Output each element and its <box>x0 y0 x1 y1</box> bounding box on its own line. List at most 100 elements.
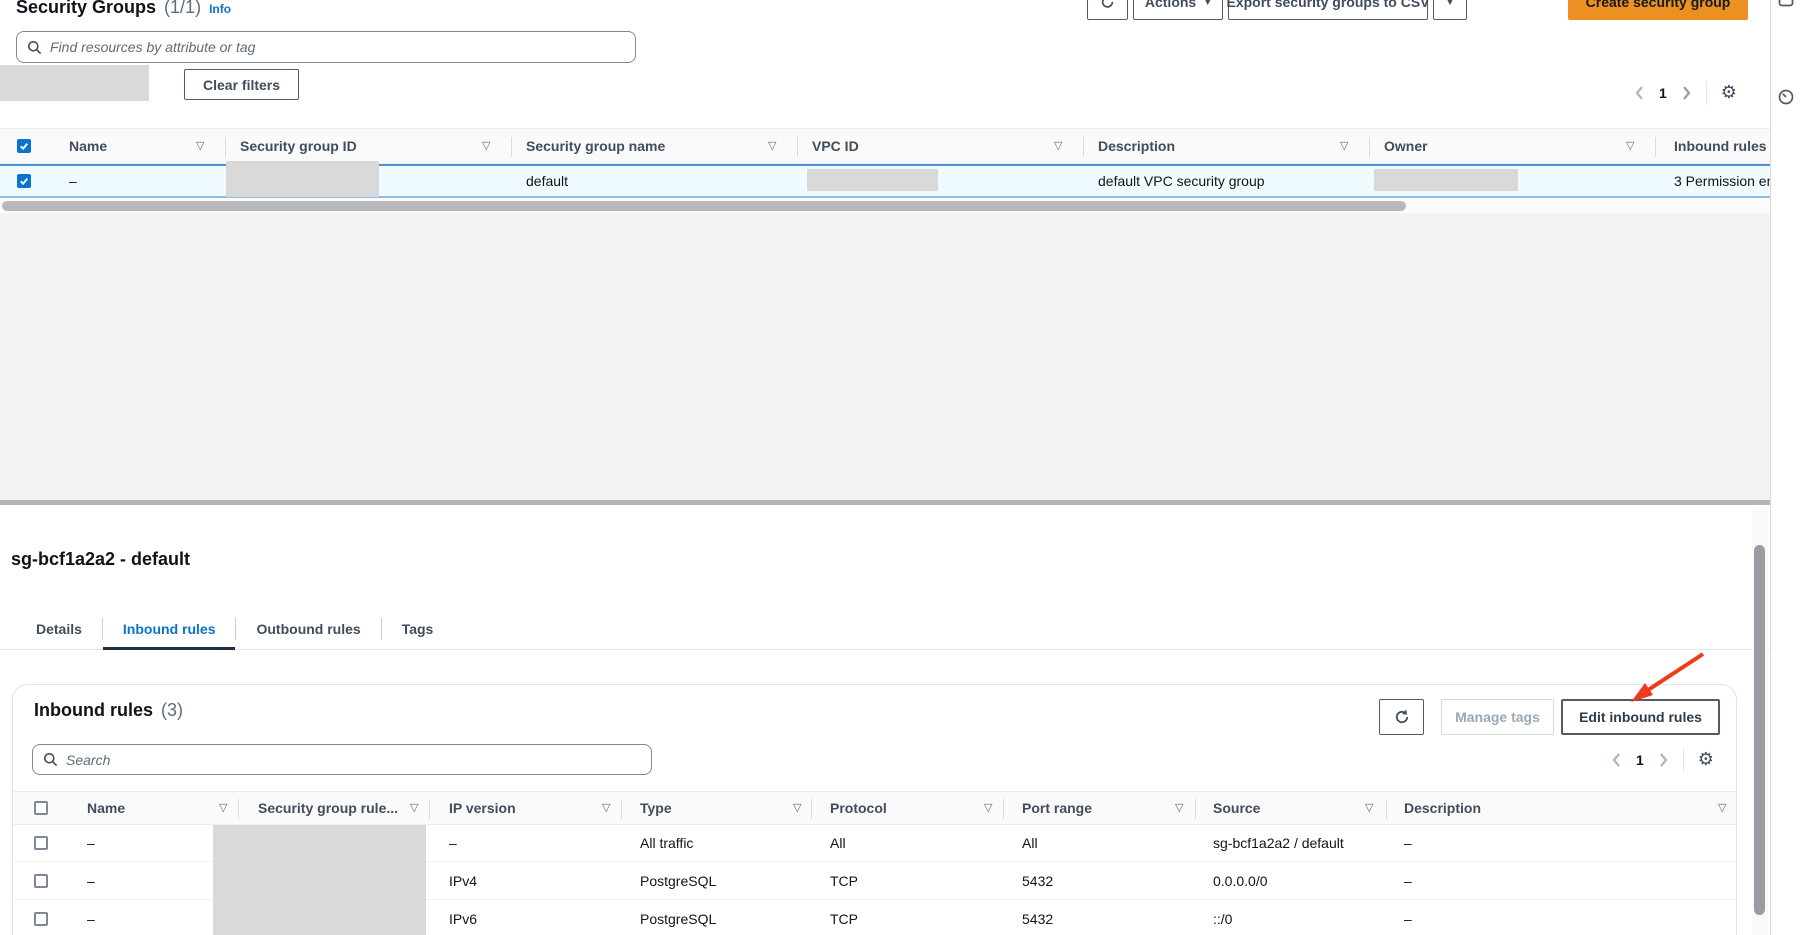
vertical-scrollbar-thumb[interactable] <box>1754 545 1765 915</box>
tab-inbound-rules[interactable]: Inbound rules <box>103 608 236 650</box>
filter-funnel-icon[interactable]: ▽ <box>984 802 992 813</box>
previous-page-icon[interactable] <box>1611 752 1622 768</box>
filter-funnel-icon[interactable]: ▽ <box>1054 140 1062 151</box>
horizontal-scrollbar-track[interactable] <box>0 199 1770 213</box>
col-header-description[interactable]: Description <box>1098 138 1175 154</box>
table-settings-gear-icon[interactable]: ⚙ <box>1721 84 1737 102</box>
col-header-inbound-rules[interactable]: Inbound rules c <box>1674 138 1770 154</box>
tab-details[interactable]: Details <box>16 608 102 650</box>
filter-funnel-icon[interactable]: ▽ <box>1340 140 1348 151</box>
col-header-name[interactable]: Name <box>69 138 107 154</box>
filter-funnel-icon[interactable]: ▽ <box>219 802 227 813</box>
page-number[interactable]: 1 <box>1636 752 1644 768</box>
manage-tags-button[interactable]: Manage tags <box>1441 699 1554 735</box>
cell-name: – <box>87 911 95 927</box>
inbound-search-input[interactable] <box>66 752 641 768</box>
status-clock-icon[interactable] <box>1777 88 1795 106</box>
redacted-filter-chip <box>0 65 149 101</box>
cell-description: default VPC security group <box>1098 173 1265 189</box>
refresh-button[interactable] <box>1087 0 1128 20</box>
page-title: Security Groups <box>16 0 156 18</box>
previous-page-icon[interactable] <box>1634 85 1645 101</box>
pager-divider <box>1683 748 1684 772</box>
sg-table-header: Name ▽ Security group ID ▽ Security grou… <box>0 128 1770 164</box>
actions-button[interactable]: Actions ▼ <box>1133 0 1223 20</box>
export-dropdown-button[interactable]: ▼ <box>1433 0 1467 20</box>
cell-type: PostgreSQL <box>640 873 716 889</box>
filter-funnel-icon[interactable]: ▽ <box>768 140 776 151</box>
cell-port-range: 5432 <box>1022 911 1053 927</box>
filter-funnel-icon[interactable]: ▽ <box>1175 802 1183 813</box>
cell-name: – <box>87 835 95 851</box>
col-header-protocol[interactable]: Protocol <box>830 800 887 816</box>
refresh-icon <box>1100 0 1115 10</box>
pager-divider <box>1706 81 1707 105</box>
cell-type: All traffic <box>640 835 693 851</box>
col-header-description[interactable]: Description <box>1404 800 1481 816</box>
filter-funnel-icon[interactable]: ▽ <box>482 140 490 151</box>
vertical-scrollbar-track[interactable] <box>1752 509 1768 935</box>
col-header-vpc-id[interactable]: VPC ID <box>812 138 859 154</box>
inbound-refresh-button[interactable] <box>1379 699 1424 735</box>
next-page-icon[interactable] <box>1658 752 1669 768</box>
table-settings-gear-icon[interactable]: ⚙ <box>1698 751 1714 769</box>
cell-protocol: All <box>830 835 846 851</box>
next-page-icon[interactable] <box>1681 85 1692 101</box>
search-icon <box>43 752 58 767</box>
refresh-icon <box>1394 709 1410 725</box>
row-checkbox[interactable] <box>17 174 31 188</box>
cell-port-range: 5432 <box>1022 873 1053 889</box>
notifications-icon[interactable] <box>1778 0 1794 7</box>
right-side-rail <box>1770 0 1800 935</box>
select-all-checkbox[interactable] <box>17 139 31 153</box>
detail-panel: sg-bcf1a2a2 - default Details Inbound ru… <box>0 505 1770 935</box>
search-icon <box>27 40 42 55</box>
sg-table-pagination: 1 ⚙ <box>1634 78 1737 108</box>
info-link[interactable]: Info <box>209 2 231 16</box>
tab-outbound-rules[interactable]: Outbound rules <box>236 608 380 650</box>
row-checkbox[interactable] <box>34 912 48 926</box>
resource-search-input[interactable] <box>50 39 625 55</box>
filter-funnel-icon[interactable]: ▽ <box>196 140 204 151</box>
col-header-name[interactable]: Name <box>87 800 125 816</box>
row-checkbox[interactable] <box>34 874 48 888</box>
create-security-group-button[interactable]: Create security group <box>1568 0 1748 20</box>
col-header-sg-rule-id[interactable]: Security group rule... <box>258 800 398 816</box>
export-csv-button[interactable]: Export security groups to CSV <box>1228 0 1428 20</box>
cell-ip-version: IPv6 <box>449 911 477 927</box>
select-all-checkbox[interactable] <box>34 801 48 815</box>
filter-funnel-icon[interactable]: ▽ <box>1718 802 1726 813</box>
cell-port-range: All <box>1022 835 1038 851</box>
cell-protocol: TCP <box>830 911 858 927</box>
filter-funnel-icon[interactable]: ▽ <box>1626 140 1634 151</box>
inbound-rules-count: (3) <box>161 700 183 721</box>
filter-funnel-icon[interactable]: ▽ <box>602 802 610 813</box>
security-groups-pane: Security Groups (1/1) Info Actions ▼ Exp… <box>0 0 1770 500</box>
col-header-sg-name[interactable]: Security group name <box>526 138 665 154</box>
col-header-ip-version[interactable]: IP version <box>449 800 516 816</box>
caret-down-icon: ▼ <box>1447 0 1454 7</box>
tab-tags[interactable]: Tags <box>382 608 454 650</box>
horizontal-scrollbar-thumb[interactable] <box>2 201 1406 211</box>
cell-name: – <box>69 173 77 189</box>
col-header-owner[interactable]: Owner <box>1384 138 1428 154</box>
filter-funnel-icon[interactable]: ▽ <box>1365 802 1373 813</box>
filter-funnel-icon[interactable]: ▽ <box>410 802 418 813</box>
caret-down-icon: ▼ <box>1204 0 1211 7</box>
clear-filters-button[interactable]: Clear filters <box>184 69 299 100</box>
col-header-type[interactable]: Type <box>640 800 672 816</box>
filter-funnel-icon[interactable]: ▽ <box>793 802 801 813</box>
aws-console-screen: Security Groups (1/1) Info Actions ▼ Exp… <box>0 0 1800 935</box>
col-header-sg-id[interactable]: Security group ID <box>240 138 357 154</box>
redacted-vpc-id <box>807 169 938 191</box>
cell-ip-version: – <box>449 835 457 851</box>
inbound-rules-card: Inbound rules (3) Manage tags Edit inbou… <box>12 684 1737 935</box>
redacted-sg-rule-ids <box>213 825 426 935</box>
page-number[interactable]: 1 <box>1659 85 1667 101</box>
annotation-arrow <box>1617 648 1712 710</box>
cell-source: 0.0.0.0/0 <box>1213 873 1268 889</box>
col-header-source[interactable]: Source <box>1213 800 1260 816</box>
redacted-owner <box>1374 169 1518 191</box>
row-checkbox[interactable] <box>34 836 48 850</box>
col-header-port-range[interactable]: Port range <box>1022 800 1092 816</box>
